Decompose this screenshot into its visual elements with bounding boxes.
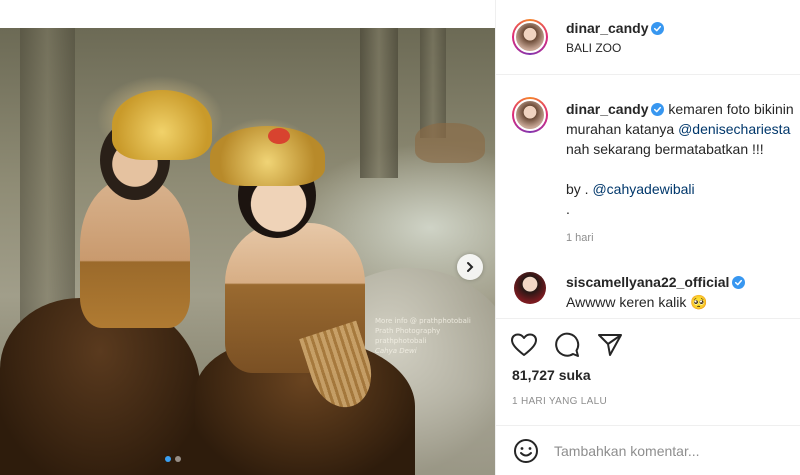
heart-icon: [511, 333, 537, 356]
caption-author-username[interactable]: dinar_candy: [566, 101, 648, 117]
carousel-dot: [175, 456, 181, 462]
caption-time-ago[interactable]: 1 hari: [566, 232, 594, 244]
post-location[interactable]: BALI ZOO: [566, 41, 621, 55]
add-comment-bar: [496, 425, 800, 475]
chevron-right-icon: [467, 262, 474, 272]
verified-badge-icon: [651, 22, 665, 35]
post-actions: 81,727 suka 1 HARI YANG LALU: [496, 318, 800, 438]
smiley-icon: [514, 439, 538, 463]
like-button[interactable]: [510, 331, 538, 359]
caption-text-line: nah sekarang bermatabatkan !!!: [566, 141, 764, 157]
caption-text-line: kemaren foto bikinin: [668, 101, 794, 117]
emoji-button[interactable]: [512, 437, 540, 465]
share-button[interactable]: [596, 331, 624, 359]
comment-text: Awwww keren kalik 🥺: [566, 294, 708, 310]
comment-item: siscamellyana22_official Awwww keren kal…: [566, 272, 794, 312]
carousel-dot-active: [165, 456, 171, 462]
post-caption: dinar_candy kemaren foto bikinin murahan…: [566, 99, 794, 219]
top-whitespace: [0, 0, 495, 28]
post-photo[interactable]: More info @ prathphotobali Prath Photogr…: [0, 28, 495, 475]
likes-count[interactable]: 81,727 suka: [512, 367, 591, 383]
caption-mention[interactable]: @denisechariesta: [678, 121, 790, 137]
photo-tree-trunk: [20, 28, 75, 328]
post-header: dinar_candy BALI ZOO: [496, 0, 800, 75]
photo-woman-left-crown: [112, 90, 212, 160]
photo-red-flower: [268, 128, 290, 144]
comment-button[interactable]: [553, 331, 581, 359]
caption-author-avatar[interactable]: [512, 97, 548, 133]
commenter-username[interactable]: siscamellyana22_official: [566, 274, 729, 290]
carousel-dots: [165, 456, 181, 462]
post-date[interactable]: 1 HARI YANG LALU: [512, 396, 607, 407]
photo-watermark: More info @ prathphotobali Prath Photogr…: [375, 317, 471, 355]
author-username[interactable]: dinar_candy: [566, 20, 665, 36]
caption-text-line: by .: [566, 181, 589, 197]
photo-woman-left-body: [80, 178, 190, 328]
next-photo-button[interactable]: [457, 254, 483, 280]
author-avatar[interactable]: [512, 19, 548, 55]
caption-text-line: murahan katanya: [566, 121, 675, 137]
post-side-panel: dinar_candy BALI ZOO dinar_candy kemaren…: [495, 0, 800, 475]
add-comment-input[interactable]: [554, 440, 784, 462]
verified-badge-icon: [651, 103, 665, 116]
caption-mention[interactable]: @cahyadewibali: [592, 181, 694, 197]
commenter-avatar[interactable]: [514, 272, 546, 304]
photo-tree-trunk: [360, 28, 398, 178]
photo-deer: [415, 123, 485, 163]
comment-bubble-icon: [555, 332, 580, 357]
verified-badge-icon: [732, 276, 746, 289]
photo-tree-trunk: [420, 28, 446, 138]
caption-text-line: .: [566, 201, 570, 217]
paper-plane-icon: [598, 334, 622, 356]
